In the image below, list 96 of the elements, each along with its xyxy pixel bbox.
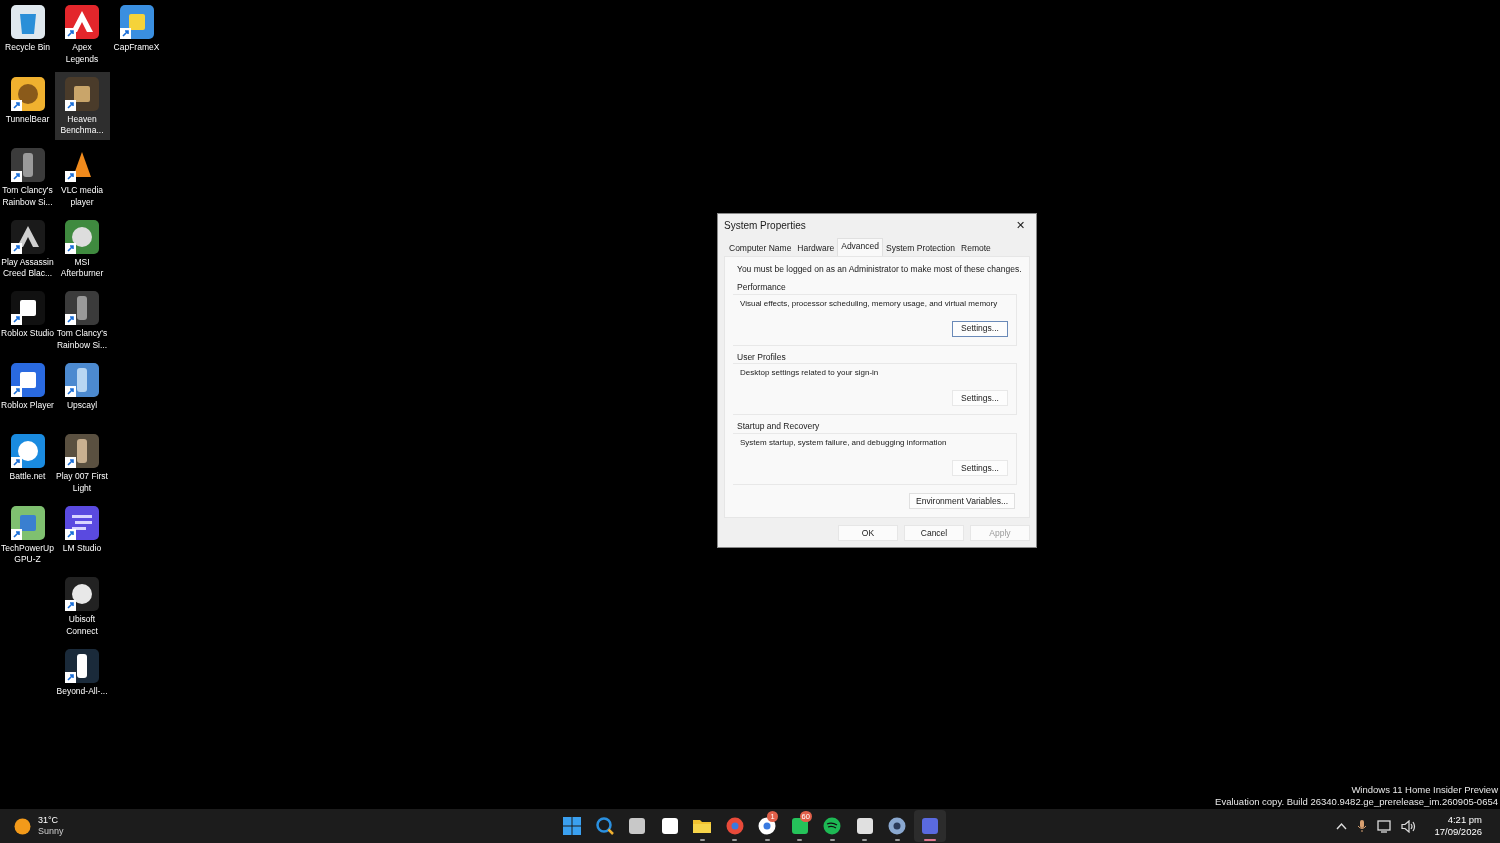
shortcut-label: TunnelBear bbox=[4, 113, 51, 125]
shortcut-label: Apex Legends bbox=[64, 42, 100, 65]
shortcut-label: Roblox Player bbox=[1, 399, 54, 411]
desktop-shortcut[interactable]: MSI Afterburner bbox=[54, 214, 110, 283]
running-indicator bbox=[894, 839, 900, 841]
evaluation-text: Evaluation copy. Build 26340.9482.ge_prerelease_im.260905-0654 bbox=[1215, 795, 1498, 807]
desktop-shortcut[interactable]: Recycle Bin bbox=[0, 0, 55, 68]
shortcut-label: Recycle Bin bbox=[4, 42, 51, 54]
app-icon bbox=[64, 504, 100, 541]
shortcut-label: Play Assassin Creed Blac... bbox=[1, 256, 54, 280]
shortcut-label: LM Studio bbox=[61, 542, 103, 554]
app-icon bbox=[64, 576, 100, 612]
app-icon bbox=[9, 75, 46, 112]
app-icon bbox=[64, 290, 100, 326]
running-indicator bbox=[829, 839, 835, 841]
clock-time[interactable]: 4:21 pm bbox=[1447, 814, 1482, 826]
desktop-shortcut[interactable]: LM Studio bbox=[54, 500, 110, 569]
shortcut-label: MSI Afterburner bbox=[59, 256, 105, 280]
desktop-shortcut[interactable]: Ubisoft Connect bbox=[54, 572, 110, 640]
desktop-shortcut[interactable]: CapFrameX bbox=[109, 0, 164, 68]
desktop-shortcut[interactable]: Heaven Benchma... bbox=[54, 71, 110, 140]
group-description: System startup, system failure, and debugging information bbox=[740, 437, 948, 448]
shortcut-label: VLC media player bbox=[59, 185, 105, 208]
app-icon bbox=[64, 361, 100, 398]
desktop-shortcut[interactable]: Play 007 First Light bbox=[54, 429, 110, 497]
group-title: User Profiles bbox=[737, 350, 787, 364]
settings-button[interactable]: Settings... bbox=[952, 460, 1008, 476]
shortcut-label: Play 007 First Light bbox=[55, 471, 109, 494]
desktop-shortcut[interactable]: Tom Clancy's Rainbow Si... bbox=[54, 286, 110, 354]
group-description: Visual effects, processor scheduling, memory usage, and virtual memory bbox=[740, 297, 999, 309]
environment-variables-button[interactable]: Environment Variables... bbox=[909, 493, 1015, 509]
app-icon bbox=[9, 361, 46, 398]
microphone-icon[interactable] bbox=[1357, 819, 1368, 833]
app-icon bbox=[118, 4, 155, 40]
desktop-shortcut[interactable]: Roblox Studio bbox=[0, 286, 55, 354]
app-icon bbox=[64, 433, 100, 469]
app-icon bbox=[64, 647, 100, 684]
volume-icon[interactable] bbox=[1401, 819, 1417, 833]
tab[interactable]: Computer Name bbox=[726, 241, 795, 256]
shortcut-label: Tom Clancy's Rainbow Si... bbox=[55, 328, 109, 351]
running-indicator bbox=[797, 839, 803, 841]
shortcut-label: Ubisoft Connect bbox=[65, 614, 99, 637]
running-indicator bbox=[732, 839, 738, 841]
app-icon bbox=[9, 433, 46, 469]
desktop-shortcut[interactable]: Beyond-All-... bbox=[54, 643, 110, 712]
running-indicator bbox=[699, 839, 705, 841]
desktop-shortcut[interactable]: Roblox Player bbox=[0, 357, 55, 426]
tab[interactable]: System Protection bbox=[883, 241, 958, 256]
shortcut-label: Battle.net bbox=[8, 471, 47, 483]
start-icon[interactable] bbox=[562, 816, 583, 836]
window-title: System Properties bbox=[724, 218, 806, 233]
dialog-button[interactable]: OK bbox=[838, 525, 898, 541]
desktop-shortcut[interactable]: Tom Clancy's Rainbow Si... bbox=[0, 143, 55, 211]
app-icon bbox=[64, 4, 100, 40]
tab[interactable]: Remote bbox=[958, 241, 994, 256]
desktop-shortcut[interactable]: Battle.net bbox=[0, 429, 55, 497]
shortcut-label: Upscayl bbox=[65, 399, 99, 411]
evaluation-text: Windows 11 Home Insider Preview bbox=[1351, 784, 1498, 796]
desktop-shortcut[interactable]: VLC media player bbox=[54, 143, 110, 211]
shortcut-label: TechPowerUp GPU-Z bbox=[1, 542, 54, 566]
app-icon bbox=[9, 4, 46, 40]
desktop-shortcut[interactable]: Upscayl bbox=[54, 357, 110, 426]
shortcut-label: Tom Clancy's Rainbow Si... bbox=[1, 185, 54, 208]
desktop-shortcut[interactable]: TechPowerUp GPU-Z bbox=[0, 500, 55, 569]
settings-button[interactable]: Settings... bbox=[952, 320, 1008, 337]
running-indicator bbox=[923, 839, 936, 841]
shortcut-label: Heaven Benchma... bbox=[59, 113, 105, 137]
dialog-button[interactable]: Cancel bbox=[904, 525, 964, 541]
desktop-shortcut[interactable]: Apex Legends bbox=[54, 0, 110, 68]
close-button[interactable]: ✕ bbox=[1010, 216, 1030, 234]
chevron-up-icon[interactable] bbox=[1336, 822, 1348, 830]
search-icon[interactable] bbox=[594, 816, 615, 836]
shortcut-label: Beyond-All-... bbox=[55, 685, 109, 697]
tab[interactable]: Advanced bbox=[837, 238, 884, 256]
settings-button[interactable]: Settings... bbox=[952, 390, 1008, 407]
running-indicator bbox=[764, 839, 770, 841]
temperature-text: 31°C bbox=[38, 815, 60, 826]
desktop-shortcut[interactable]: Play Assassin Creed Blac... bbox=[0, 214, 55, 283]
desktop-shortcut[interactable]: TunnelBear bbox=[0, 71, 55, 140]
group-description: Desktop settings related to your sign-in bbox=[740, 367, 880, 379]
clock-date[interactable]: 17/09/2026 bbox=[1434, 826, 1482, 838]
shortcut-label: CapFrameX bbox=[112, 42, 161, 54]
app-icon bbox=[64, 75, 100, 112]
app-icon bbox=[9, 290, 46, 326]
shortcut-label: Roblox Studio bbox=[1, 328, 54, 340]
app-icon bbox=[9, 504, 46, 541]
sun-icon bbox=[14, 817, 31, 835]
weather-text: Sunny bbox=[38, 826, 64, 837]
music-icon[interactable] bbox=[822, 816, 843, 836]
running-indicator bbox=[862, 839, 868, 841]
app-icon bbox=[9, 218, 46, 255]
app-icon bbox=[64, 218, 100, 255]
group-title: Startup and Recovery bbox=[737, 420, 821, 433]
app-icon bbox=[9, 147, 46, 183]
group-title: Performance bbox=[737, 280, 787, 294]
tab[interactable]: Hardware bbox=[794, 241, 838, 256]
